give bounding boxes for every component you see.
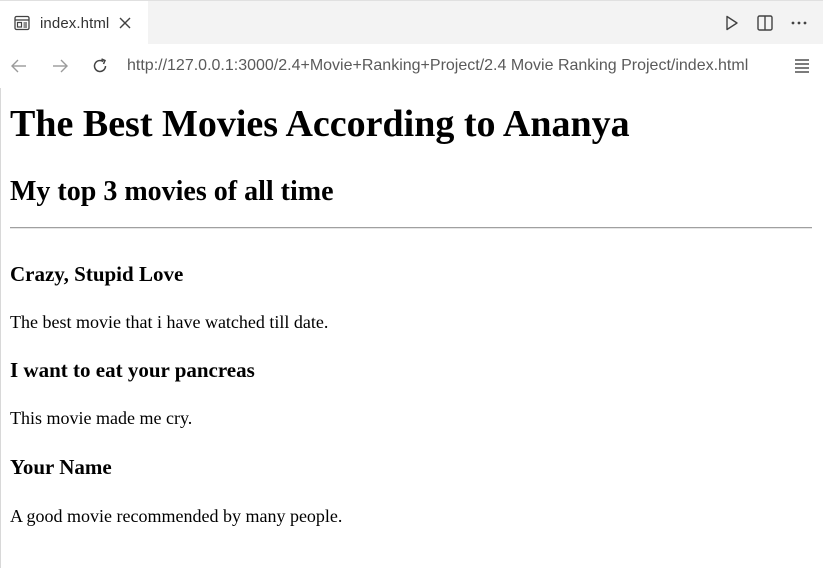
split-editor-icon[interactable] <box>755 13 775 33</box>
movie-description: This movie made me cry. <box>10 408 193 428</box>
close-icon[interactable] <box>118 16 132 30</box>
address-bar-url[interactable]: http://127.0.0.1:3000/2.4+Movie+Ranking+… <box>127 57 748 75</box>
movie-title: Your Name <box>10 455 112 479</box>
movie-description: A good movie recommended by many people. <box>10 506 343 526</box>
divider <box>10 227 812 229</box>
tab-label: index.html <box>40 14 110 32</box>
preview-file-icon <box>13 14 31 32</box>
more-icon[interactable] <box>789 13 809 33</box>
page-subtitle: My top 3 movies of all time <box>10 176 334 207</box>
editor-actions <box>721 13 809 33</box>
movie-description: The best movie that i have watched till … <box>10 312 329 332</box>
arrow-right-icon[interactable] <box>50 56 70 76</box>
page-title: The Best Movies According to Ananya <box>10 103 630 145</box>
play-icon[interactable] <box>721 13 741 33</box>
menu-icon[interactable] <box>793 57 811 75</box>
movie-title: Crazy, Stupid Love <box>10 262 184 286</box>
arrow-left-icon[interactable] <box>9 56 29 76</box>
page-content: The Best Movies According to Ananya My t… <box>0 88 823 568</box>
reload-icon[interactable] <box>90 56 110 76</box>
movie-title: I want to eat your pancreas <box>10 358 255 382</box>
editor-tab-bar: index.html <box>0 0 823 45</box>
tab-index-html[interactable]: index.html <box>0 1 148 45</box>
browser-nav-bar: http://127.0.0.1:3000/2.4+Movie+Ranking+… <box>0 44 823 88</box>
